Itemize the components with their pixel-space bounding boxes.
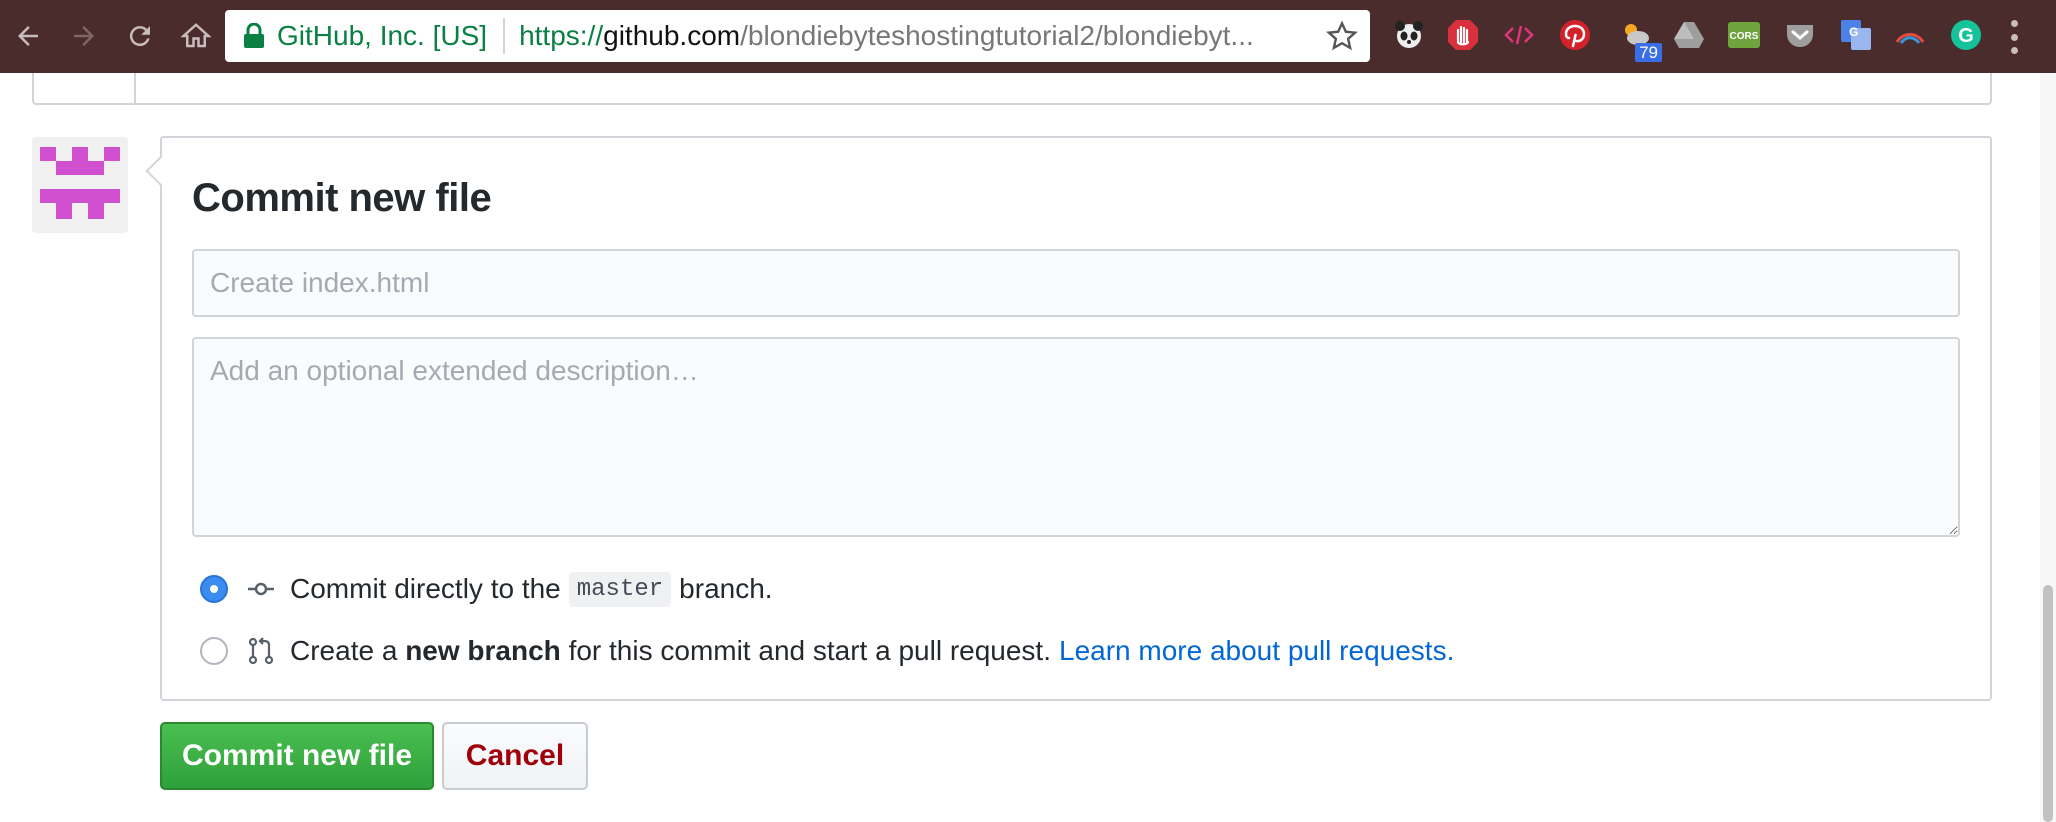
pinterest-extension-icon[interactable] [1556, 16, 1594, 54]
commit-new-file-button[interactable]: Commit new file [160, 722, 434, 790]
reload-button[interactable] [118, 14, 162, 58]
back-button[interactable] [6, 14, 50, 58]
forward-button[interactable] [62, 14, 106, 58]
branch-name: master [568, 571, 672, 607]
commit-direct-prefix: Commit directly to the [290, 573, 561, 604]
translate-extension-icon[interactable]: G [1837, 16, 1875, 54]
home-icon [181, 23, 211, 48]
identicon-avatar [40, 147, 120, 219]
grammarly-extension-icon[interactable]: G [1947, 16, 1985, 54]
commit-direct-radio[interactable] [200, 575, 228, 603]
grammarly-label: G [1958, 25, 1974, 47]
new-branch-radio[interactable] [200, 637, 228, 665]
forward-arrow-icon [74, 26, 94, 46]
cors-extension-icon[interactable]: CORS [1725, 16, 1763, 54]
git-pull-request-icon [248, 637, 274, 665]
panda-extension-icon[interactable] [1390, 16, 1428, 54]
code-extension-icon[interactable] [1500, 16, 1538, 54]
commit-form-title: Commit new file [192, 176, 492, 220]
url-path: /blondiebyteshostingtutorial2/blondiebyt… [740, 20, 1254, 51]
weather-extension-icon[interactable]: 79 [1616, 16, 1662, 62]
browser-toolbar: GitHub, Inc. [US] https://github.com/blo… [0, 0, 2056, 73]
commit-direct-option[interactable]: Commit directly to the master branch. [200, 569, 773, 609]
url-text[interactable]: https://github.com/blondiebyteshostingtu… [519, 20, 1316, 52]
git-commit-icon [248, 582, 274, 596]
home-button[interactable] [174, 14, 218, 58]
commit-direct-suffix: branch. [679, 573, 773, 604]
pocket-extension-icon[interactable] [1781, 16, 1819, 54]
menu-dot [2010, 33, 2018, 41]
omnibox-divider [503, 18, 506, 54]
adblock-extension-icon[interactable] [1444, 16, 1482, 54]
file-editor-box-bottom [32, 73, 1992, 105]
browser-menu-button[interactable] [2004, 20, 2024, 54]
commit-summary-input[interactable] [192, 249, 1960, 317]
new-branch-suffix: for this commit and start a pull request… [568, 635, 1051, 666]
new-branch-prefix: Create a [290, 635, 398, 666]
back-arrow-icon [18, 26, 38, 46]
lock-icon [244, 23, 264, 48]
avatar[interactable] [32, 137, 128, 233]
url-scheme: https:// [519, 20, 604, 51]
site-identity[interactable]: GitHub, Inc. [US] [277, 20, 487, 52]
scrollbar-thumb[interactable] [2043, 585, 2053, 822]
pull-request-help-link[interactable]: Learn more about pull requests. [1059, 635, 1454, 667]
commit-description-textarea[interactable] [192, 337, 1960, 537]
svg-text:G: G [1849, 25, 1858, 39]
new-branch-bold: new branch [405, 635, 561, 666]
menu-dot [2010, 47, 2018, 54]
bookmark-star-icon[interactable] [1326, 20, 1358, 52]
new-branch-option[interactable]: Create a new branch for this commit and … [200, 631, 1454, 671]
address-bar[interactable]: GitHub, Inc. [US] https://github.com/blo… [225, 10, 1370, 62]
reload-icon [129, 26, 150, 47]
rainbow-extension-icon[interactable] [1891, 16, 1929, 54]
url-host: github.com [603, 20, 741, 51]
drive-extension-icon[interactable] [1670, 16, 1708, 54]
menu-dot [2010, 20, 2018, 27]
commit-form: Commit new file Commit directly to the m… [160, 136, 1992, 701]
cors-label: CORS [1730, 31, 1759, 42]
editor-gutter [134, 73, 136, 103]
cancel-button[interactable]: Cancel [442, 722, 588, 790]
weather-badge: 79 [1635, 43, 1662, 62]
